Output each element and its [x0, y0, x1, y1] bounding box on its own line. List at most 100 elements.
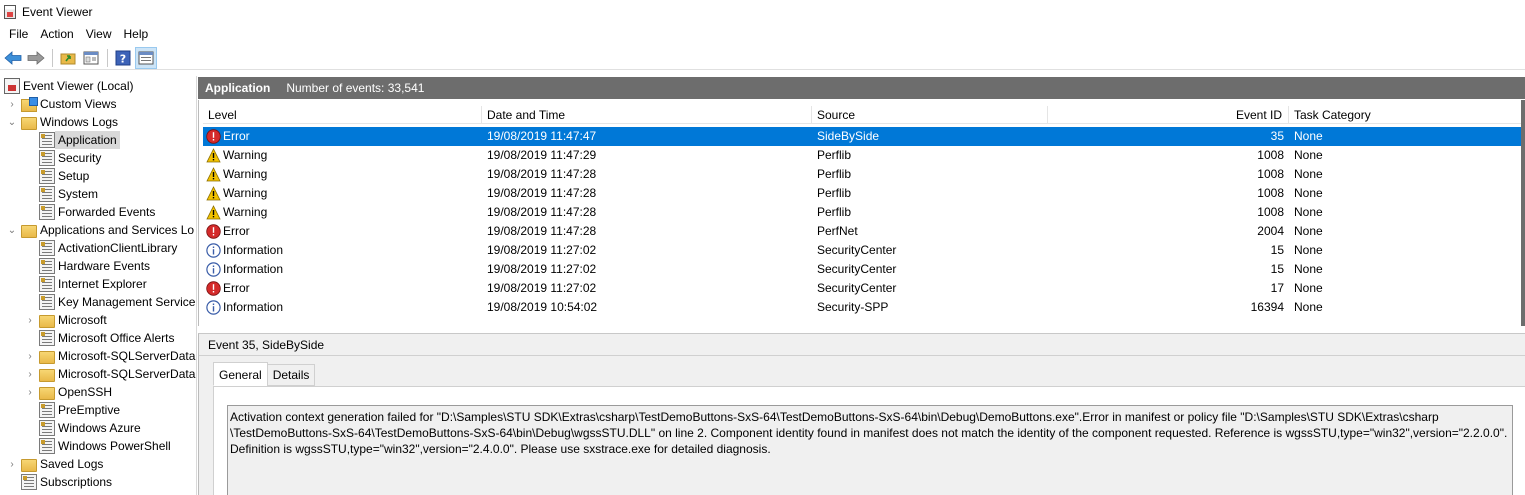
- forward-button[interactable]: [25, 47, 47, 69]
- event-date-time: 19/08/2019 11:47:47: [487, 129, 597, 143]
- tab-general[interactable]: General: [213, 362, 268, 386]
- event-row[interactable]: Error 19/08/2019 11:47:47 SideBySide 35 None: [203, 127, 1521, 146]
- tree-item[interactable]: › Microsoft: [24, 311, 107, 329]
- tree-item[interactable]: ⌄ Applications and Services Lo: [6, 221, 194, 239]
- event-row[interactable]: Error 19/08/2019 11:47:28 PerfNet 2004 None: [203, 222, 1521, 241]
- chevron-right-icon[interactable]: ›: [24, 347, 36, 365]
- window-title: Event Viewer: [22, 5, 93, 19]
- column-header-date-and-time[interactable]: Date and Time: [482, 106, 812, 124]
- event-level-text: Error: [223, 224, 250, 238]
- tree-item[interactable]: › Custom Views: [6, 95, 116, 113]
- chevron-right-icon[interactable]: ›: [6, 95, 18, 113]
- event-id: 35: [1270, 129, 1284, 143]
- column-header-task-category[interactable]: Task Category: [1289, 106, 1521, 124]
- event-row[interactable]: Warning 19/08/2019 11:47:28 Perflib 1008 Non…: [203, 184, 1521, 203]
- tree-item[interactable]: Setup: [24, 167, 89, 185]
- menu-view[interactable]: View: [80, 24, 118, 44]
- error-icon: [206, 224, 221, 239]
- tree-item[interactable]: Event Viewer (Local): [4, 77, 134, 95]
- event-viewer-app-icon: [4, 5, 16, 19]
- event-date-time: 19/08/2019 10:54:02: [487, 300, 598, 314]
- event-level: Error: [203, 279, 482, 298]
- event-id: 15: [1270, 262, 1284, 276]
- tree-item[interactable]: Key Management Service: [24, 293, 195, 311]
- up-one-level-button[interactable]: [57, 47, 79, 69]
- chevron-down-icon[interactable]: ⌄: [6, 113, 18, 131]
- event-source: PerfNet: [817, 224, 858, 238]
- folder-icon: [39, 368, 55, 382]
- event-task-category: None: [1294, 186, 1323, 200]
- tree-item[interactable]: Forwarded Events: [24, 203, 155, 221]
- tree-item-label: ActivationClientLibrary: [58, 241, 178, 255]
- event-id: 15: [1270, 243, 1284, 257]
- description-line: Definition is wgssSTU,type="win32",versi…: [230, 442, 771, 456]
- warning-icon: [206, 148, 221, 163]
- menu-help[interactable]: Help: [118, 24, 155, 44]
- event-source: Perflib: [817, 148, 852, 162]
- column-header-event-id[interactable]: Event ID: [1048, 106, 1289, 124]
- tree-item-label: Saved Logs: [40, 457, 104, 471]
- events-table-header: Level Date and Time Source Event ID Task…: [203, 106, 1521, 124]
- menu-file[interactable]: File: [3, 24, 34, 44]
- tree-item[interactable]: ActivationClientLibrary: [24, 239, 177, 257]
- chevron-right-icon[interactable]: ›: [24, 383, 36, 401]
- event-level-text: Warning: [223, 167, 268, 181]
- tree-item-label: Microsoft: [58, 313, 107, 327]
- event-row[interactable]: Error 19/08/2019 11:27:02 SecurityCenter 17…: [203, 279, 1521, 298]
- tree-item[interactable]: › Microsoft-SQLServerData: [24, 365, 195, 383]
- event-row[interactable]: Information 19/08/2019 11:27:02 SecurityCe…: [203, 260, 1521, 279]
- detail-divider: [199, 355, 1525, 356]
- tree-item[interactable]: › OpenSSH: [24, 383, 112, 401]
- event-row[interactable]: Warning 19/08/2019 11:47:28 Perflib 1008 Non…: [203, 165, 1521, 184]
- custom-views-icon: [21, 96, 38, 112]
- event-count: Number of events: 33,541: [286, 81, 425, 95]
- tree-item[interactable]: › Microsoft-SQLServerData: [24, 347, 195, 365]
- tree-item[interactable]: Hardware Events: [24, 257, 150, 275]
- event-task-category: None: [1294, 224, 1323, 238]
- log-icon: [39, 168, 55, 184]
- tree-item[interactable]: ⌄ Windows Logs: [6, 113, 118, 131]
- event-source: Security-SPP: [817, 300, 889, 314]
- event-date-time: 19/08/2019 11:47:29: [487, 148, 597, 162]
- event-level: Warning: [203, 203, 482, 222]
- chevron-right-icon[interactable]: ›: [24, 311, 36, 329]
- event-source: Perflib: [817, 167, 852, 181]
- tree-item[interactable]: System: [24, 185, 98, 203]
- event-id: 1008: [1257, 186, 1284, 200]
- tree-item[interactable]: PreEmptive: [24, 401, 120, 419]
- tree-item[interactable]: Internet Explorer: [24, 275, 147, 293]
- tree-item[interactable]: Security: [24, 149, 101, 167]
- column-header-level[interactable]: Level: [203, 106, 482, 124]
- event-task-category: None: [1294, 281, 1323, 295]
- event-row[interactable]: Information 19/08/2019 11:27:02 SecurityCe…: [203, 241, 1521, 260]
- help-button[interactable]: ?: [112, 47, 134, 69]
- tree-item[interactable]: › Saved Logs: [6, 455, 103, 473]
- menu-action[interactable]: Action: [34, 24, 79, 44]
- show-pane-icon: [138, 51, 154, 64]
- event-row[interactable]: Warning 19/08/2019 11:47:29 Perflib 1008 Non…: [203, 146, 1521, 165]
- chevron-right-icon[interactable]: ›: [6, 455, 18, 473]
- event-id: 1008: [1257, 167, 1284, 181]
- tree-item[interactable]: Subscriptions: [6, 473, 112, 491]
- forward-arrow-icon: [27, 50, 45, 65]
- show-hide-tree-button[interactable]: [80, 47, 102, 69]
- show-action-pane-button[interactable]: [135, 46, 157, 69]
- chevron-right-icon[interactable]: ›: [24, 365, 36, 383]
- event-row[interactable]: Warning 19/08/2019 11:47:28 Perflib 1008 Non…: [203, 203, 1521, 222]
- tab-details[interactable]: Details: [266, 364, 316, 386]
- tree-item-label: Windows Logs: [40, 115, 119, 129]
- chevron-down-icon[interactable]: ⌄: [6, 221, 18, 239]
- folder-icon: [39, 350, 55, 364]
- event-source: SecurityCenter: [817, 243, 897, 257]
- column-header-source[interactable]: Source: [812, 106, 1048, 124]
- tree-item[interactable]: Windows PowerShell: [24, 437, 171, 455]
- event-row[interactable]: Information 19/08/2019 10:54:02 Security-S…: [203, 298, 1521, 317]
- back-button[interactable]: [2, 47, 24, 69]
- tree-item[interactable]: Windows Azure: [24, 419, 141, 437]
- tree-item[interactable]: Microsoft Office Alerts: [24, 329, 174, 347]
- event-date-time: 19/08/2019 11:27:02: [487, 262, 597, 276]
- tree-item[interactable]: Application: [24, 131, 120, 149]
- event-description[interactable]: Activation context generation failed for…: [227, 405, 1513, 495]
